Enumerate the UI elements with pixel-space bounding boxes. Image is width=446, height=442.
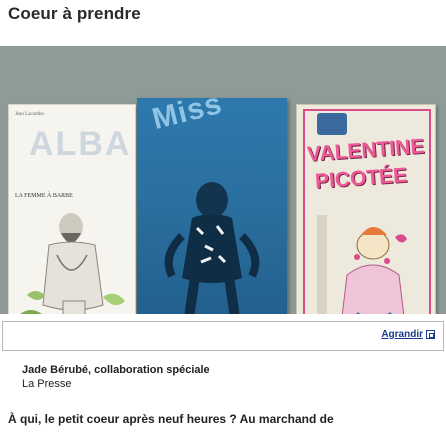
article-source: La Presse [22, 378, 72, 390]
book-author: Jean Lacombe [15, 112, 44, 117]
article-title: Coeur à prendre [8, 4, 141, 23]
book-illustration [164, 182, 260, 314]
book-logo: ALBA [29, 125, 132, 163]
book-badge [317, 113, 347, 135]
article-byline: Jade Bérubé, collaboration spéciale [22, 364, 210, 376]
book-cover-alba: Jean Lacombe ALBA LA FEMME À BARBE [8, 104, 136, 314]
article-page: Coeur à prendre Jean Lacombe ALBA LA FEM… [0, 0, 446, 442]
book-illustration [20, 213, 125, 314]
enlarge-label: Agrandir [381, 329, 423, 340]
photo-caption-box: Agrandir [2, 321, 444, 351]
article-photo: Jean Lacombe ALBA LA FEMME À BARBE Miss [0, 46, 446, 314]
book-subtitle: LA FEMME À BARBE [15, 193, 73, 199]
enlarge-link[interactable]: Agrandir [381, 329, 435, 340]
book-illustration [317, 215, 407, 314]
book-cover-miss: Miss [137, 87, 287, 314]
enlarge-icon [426, 330, 435, 339]
article-lead: À qui, le petit coeur après neuf heures … [8, 412, 334, 426]
book-cover-valentine: VALENTINE PICOTÉE [296, 104, 436, 314]
book-title: Miss [149, 86, 226, 137]
